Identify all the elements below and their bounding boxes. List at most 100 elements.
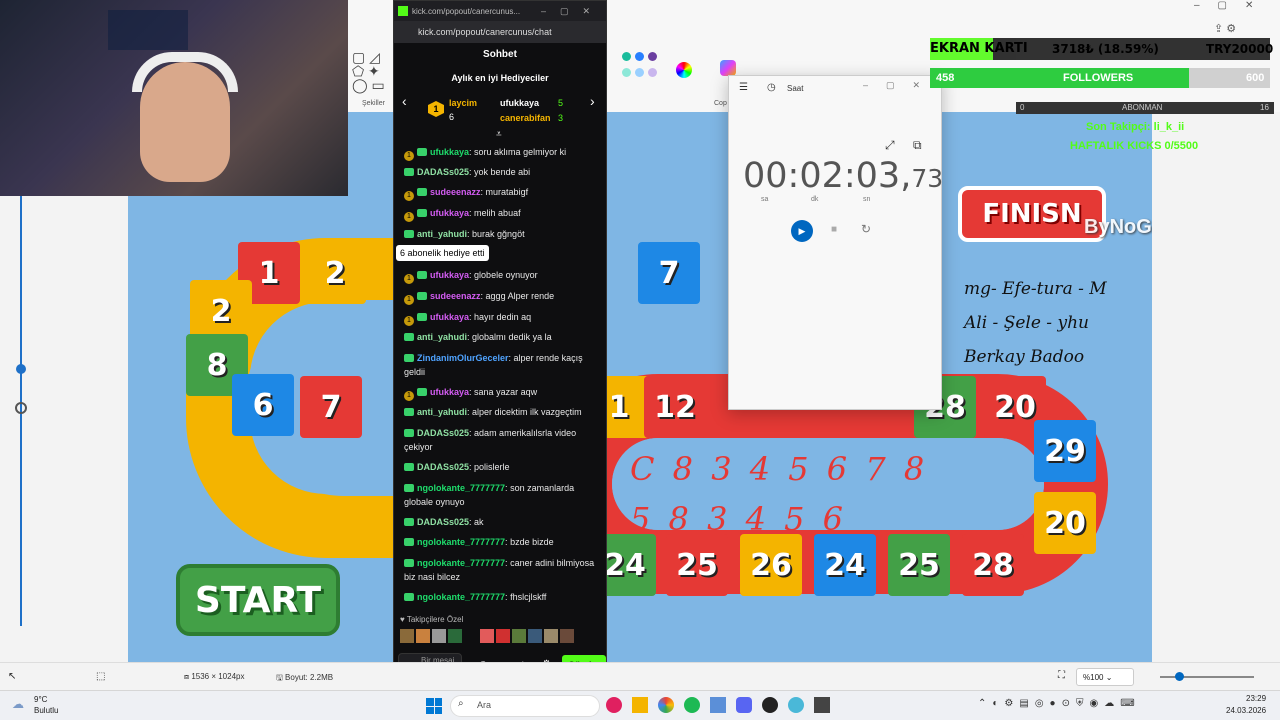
zoom-select[interactable]: %100 ⌄ — [1076, 668, 1134, 686]
play-button[interactable]: ▶ — [791, 220, 813, 242]
headphones — [132, 52, 238, 92]
windows-start-icon[interactable] — [426, 698, 442, 714]
subscriber-badge-icon — [404, 230, 414, 238]
seconds-label: sn — [863, 196, 871, 203]
reset-button[interactable]: ↻ — [861, 222, 871, 236]
discord-icon[interactable] — [736, 697, 752, 713]
color-picker-icon[interactable] — [676, 62, 692, 78]
taskbar-apps[interactable] — [606, 697, 866, 715]
gpu-goal-target: TRY20000 — [1206, 42, 1274, 56]
chat-username[interactable]: ufukkaya — [430, 387, 469, 397]
copilot-icon[interactable] — [720, 60, 736, 76]
subscriber-badge-icon — [404, 408, 414, 416]
gift-toast: 6 abonelik hediye etti — [396, 245, 489, 261]
chat-username[interactable]: ngolokante_7777777 — [417, 483, 505, 493]
subscriber-badge-icon — [404, 429, 414, 437]
chat-username[interactable]: ufukkaya — [430, 208, 469, 218]
chat-message: anti_yahudi: alper dicektim ilk vazgeçti… — [394, 405, 606, 419]
expand-icon[interactable]: ⤢ — [885, 138, 895, 153]
weather-temp: 9°C — [34, 695, 48, 704]
gifter-name[interactable]: laycim — [449, 98, 477, 108]
gifter-name[interactable]: ufukkaya — [500, 98, 539, 108]
clock-window-controls[interactable]: –▢✕ — [863, 80, 938, 91]
color-palette[interactable] — [620, 50, 670, 90]
clock-taskbar-icon[interactable] — [814, 697, 830, 713]
gifter-count: 6 — [449, 112, 455, 122]
chat-username[interactable]: ngolokante_7777777 — [417, 558, 505, 568]
chat-username[interactable]: DADASs025 — [417, 517, 469, 527]
search-icon: ⌕ — [458, 698, 464, 709]
file-size: 🖫 Boyut: 2.2MB — [276, 673, 334, 682]
chat-titlebar[interactable]: kick.com/popout/canercunus... –▢✕ — [394, 1, 606, 21]
folder-icon[interactable] — [632, 697, 648, 713]
chat-text: ak — [474, 517, 484, 527]
board-tile: 6 — [232, 374, 294, 436]
prev-chevron-icon[interactable]: ‹ — [402, 93, 407, 109]
board-tile: 12 — [644, 376, 706, 438]
chat-message: DADASs025: ak — [394, 515, 606, 529]
bynogame-watermark: ByNoGame — [1084, 216, 1152, 238]
app-icon[interactable] — [606, 697, 622, 713]
chat-username[interactable]: sudeeenazz — [430, 187, 481, 197]
chat-username[interactable]: ufukkaya — [430, 147, 469, 157]
chat-username[interactable]: ngolokante_7777777 — [417, 537, 505, 547]
chat-username[interactable]: DADASs025 — [417, 167, 469, 177]
chat-text: aggg Alper rende — [485, 291, 555, 301]
chat-username[interactable]: DADASs025 — [417, 428, 469, 438]
founder-badge-icon: 1 — [404, 151, 414, 161]
spotify-icon[interactable] — [684, 697, 700, 713]
window-controls[interactable]: –▢✕ — [1194, 0, 1280, 14]
founder-badge-icon: 1 — [404, 316, 414, 326]
chat-username[interactable]: ufukkaya — [430, 270, 469, 280]
chat-username[interactable]: anti_yahudi — [417, 229, 467, 239]
chat-text: melih abuaf — [474, 208, 521, 218]
chat-username[interactable]: ngolokante_7777777 — [417, 592, 505, 602]
chat-text: yok bende abi — [474, 167, 531, 177]
opacity-icon[interactable] — [15, 402, 27, 414]
fit-icon[interactable]: ⛶ — [1058, 670, 1065, 681]
gifter-name[interactable]: canerabifan — [500, 113, 551, 123]
clock-date: 24.03.2026 — [1226, 706, 1267, 715]
chat-text: sana yazar aqw — [474, 387, 538, 397]
chat-username[interactable]: anti_yahudi — [417, 407, 467, 417]
stop-button[interactable]: ■ — [831, 224, 837, 235]
weather-icon[interactable]: ☁ — [12, 697, 24, 711]
app-icon[interactable] — [788, 697, 804, 713]
zoom-slider-thumb[interactable] — [1175, 672, 1184, 681]
subscriber-badge-icon — [404, 593, 414, 601]
chat-username[interactable]: DADASs025 — [417, 462, 469, 472]
obs-icon[interactable] — [762, 697, 778, 713]
app-icon[interactable] — [710, 697, 726, 713]
chat-window-controls[interactable]: –▢✕ — [541, 6, 606, 17]
chat-text: fhslcjlskff — [510, 592, 547, 602]
subscriber-badge-icon — [404, 518, 414, 526]
slider-thumb[interactable] — [16, 364, 26, 374]
tray-icons[interactable]: ⌃◐⚙▤◎●⊙⛨◉☁⌨ — [978, 698, 1141, 709]
chat-username[interactable]: sudeeenazz — [430, 291, 481, 301]
share-icon[interactable]: ⇪ ⚙ — [1214, 22, 1236, 35]
chat-text: alper dicektim ilk vazgeçtim — [472, 407, 582, 417]
abonman-start: 0 — [1020, 103, 1025, 112]
shapes-tool-group[interactable]: ▢ ◿ ⬠ ✦ ◯ ▭ — [352, 50, 388, 94]
founder-badge-icon: 1 — [404, 212, 414, 222]
hamburger-menu-icon[interactable]: ☰ — [739, 82, 748, 93]
chat-username[interactable]: anti_yahudi — [417, 332, 467, 342]
followers-special-label: ♥ Takipçilere Özel — [400, 615, 464, 624]
clock-app-window[interactable]: ☰ ◷ Saat –▢✕ ⤢ ⧉ 00:02:03,73 sa dk sn ▶ … — [728, 75, 943, 410]
minutes-label: dk — [811, 196, 819, 203]
chrome-icon[interactable] — [658, 697, 674, 713]
url-bar[interactable]: kick.com/popout/canercunus/chat — [394, 21, 606, 43]
subscriber-badge-icon — [417, 271, 427, 279]
taskbar-search[interactable]: Ara — [450, 695, 600, 717]
chat-text: burak gğngöt — [472, 229, 525, 239]
next-chevron-icon[interactable]: › — [590, 93, 595, 109]
chat-username[interactable]: ZindanimOlurGeceler — [417, 353, 509, 363]
followers-goal-fill — [930, 68, 1190, 88]
compact-overlay-icon[interactable]: ⧉ — [913, 138, 922, 153]
chat-username[interactable]: ufukkaya — [430, 312, 469, 322]
subscriber-badge-icon — [417, 188, 427, 196]
shapes-label: Şekiller — [362, 100, 385, 107]
emote-row[interactable] — [400, 629, 590, 645]
collapse-icon[interactable]: ⩡ — [496, 129, 502, 140]
kick-chat-window[interactable]: kick.com/popout/canercunus... –▢✕ kick.c… — [393, 0, 607, 690]
